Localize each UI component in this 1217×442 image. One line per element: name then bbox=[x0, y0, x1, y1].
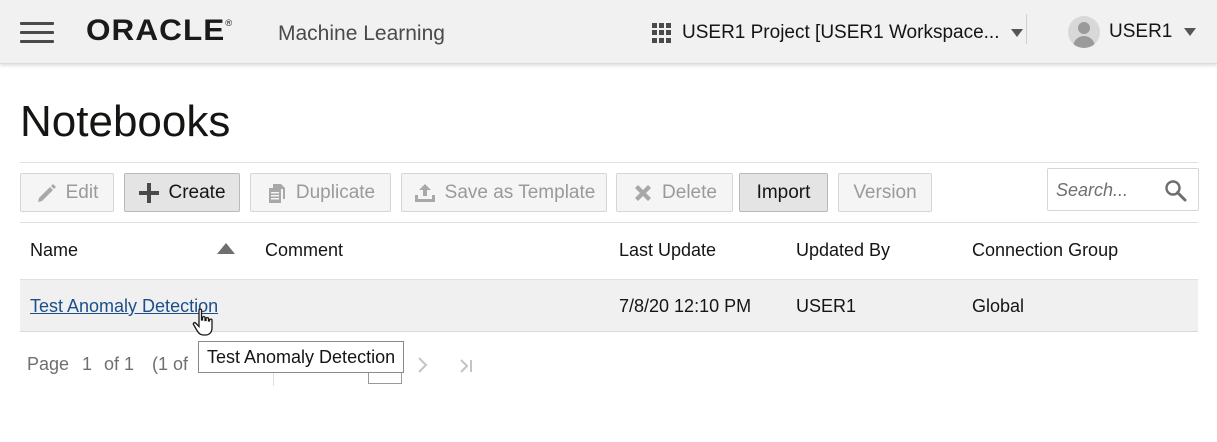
divider bbox=[20, 162, 1198, 163]
pager-range: (1 of bbox=[152, 354, 189, 374]
sort-ascending-icon[interactable] bbox=[217, 243, 235, 254]
duplicate-icon bbox=[266, 182, 288, 204]
create-label: Create bbox=[168, 181, 226, 203]
version-label: Version bbox=[853, 181, 917, 203]
close-icon bbox=[632, 182, 654, 204]
app-header: ORACLE® Machine Learning USER1 Project [… bbox=[0, 0, 1217, 64]
grid-icon bbox=[652, 23, 672, 43]
version-button[interactable]: Version bbox=[838, 173, 932, 212]
notebook-updated-by: USER1 bbox=[796, 296, 857, 316]
notebook-name-link[interactable]: Test Anomaly Detection bbox=[30, 296, 218, 317]
create-button[interactable]: Create bbox=[124, 173, 240, 212]
brand-text: ORACLE bbox=[86, 14, 226, 47]
chevron-down-icon bbox=[1011, 29, 1024, 37]
chevron-down-icon bbox=[1184, 28, 1197, 36]
project-selector[interactable]: USER1 Project [USER1 Workspace... bbox=[652, 20, 1024, 46]
pager-page-number[interactable]: 1 bbox=[82, 354, 92, 375]
column-header-name[interactable]: Name bbox=[30, 240, 78, 261]
oracle-logo: ORACLE® bbox=[86, 14, 233, 48]
divider bbox=[20, 222, 1198, 223]
hamburger-icon[interactable] bbox=[20, 22, 56, 44]
notebook-last-update: 7/8/20 12:10 PM bbox=[619, 296, 752, 316]
project-label: USER1 Project [USER1 Workspace... bbox=[682, 22, 1000, 43]
hand-cursor-icon bbox=[192, 308, 216, 343]
product-name: Machine Learning bbox=[278, 22, 445, 45]
last-page-icon[interactable] bbox=[458, 355, 476, 383]
edit-label: Edit bbox=[65, 181, 99, 203]
edit-button[interactable]: Edit bbox=[20, 173, 114, 212]
pager-page-of: of 1 bbox=[104, 354, 135, 374]
header-divider bbox=[1026, 14, 1027, 44]
column-header-last-update[interactable]: Last Update bbox=[619, 240, 716, 261]
column-header-updated-by[interactable]: Updated By bbox=[796, 240, 890, 261]
save-as-template-label: Save as Template bbox=[444, 181, 596, 203]
column-header-connection-group[interactable]: Connection Group bbox=[972, 240, 1118, 261]
column-header-comment[interactable]: Comment bbox=[265, 240, 343, 261]
upload-icon bbox=[413, 182, 437, 204]
pager-page-label: Page bbox=[27, 354, 70, 374]
user-label: USER1 bbox=[1109, 21, 1173, 42]
page-title: Notebooks bbox=[20, 97, 231, 146]
duplicate-label: Duplicate bbox=[295, 181, 376, 203]
user-menu[interactable]: USER1 bbox=[1068, 16, 1197, 48]
notebook-connection-group: Global bbox=[972, 296, 1025, 316]
tooltip: Test Anomaly Detection bbox=[198, 341, 405, 373]
import-label: Import bbox=[756, 181, 811, 203]
delete-button[interactable]: Delete bbox=[616, 173, 733, 212]
pencil-icon bbox=[36, 182, 58, 204]
search-box bbox=[1047, 168, 1199, 211]
avatar-icon bbox=[1068, 16, 1100, 48]
delete-label: Delete bbox=[662, 181, 717, 203]
next-page-icon[interactable] bbox=[416, 354, 430, 382]
duplicate-button[interactable]: Duplicate bbox=[250, 173, 391, 212]
plus-icon bbox=[138, 182, 160, 204]
search-icon[interactable] bbox=[1164, 179, 1188, 208]
import-button[interactable]: Import bbox=[739, 173, 828, 212]
search-input[interactable] bbox=[1056, 178, 1161, 202]
save-as-template-button[interactable]: Save as Template bbox=[401, 173, 607, 212]
brand-mark: ® bbox=[225, 18, 234, 28]
